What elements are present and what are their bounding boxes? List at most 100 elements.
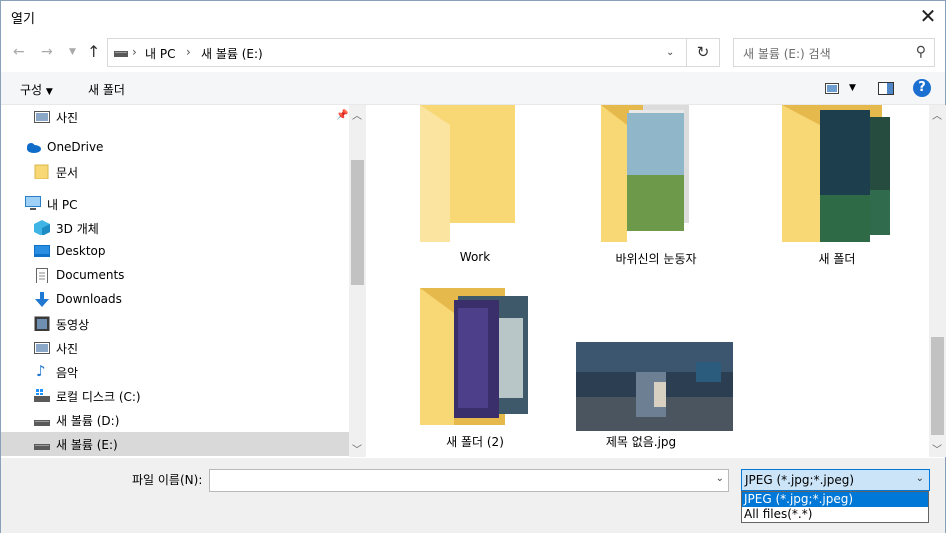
sidebar-item-label: Desktop — [56, 244, 106, 258]
file-item[interactable]: 바위신의 눈동자 — [571, 105, 741, 270]
folder-with-preview-icon — [601, 105, 689, 242]
file-type-option[interactable]: All files(*.*) — [742, 507, 928, 522]
scrollbar-thumb[interactable] — [351, 160, 364, 285]
sidebar-item-documents-onedrive[interactable]: 문서 — [1, 160, 349, 184]
sidebar-item-label: Downloads — [56, 292, 122, 306]
address-bar[interactable]: › 내 PC › 새 볼륨 (E:) ⌄ — [107, 38, 687, 67]
back-arrow-icon[interactable]: ← — [13, 44, 25, 60]
file-name: Work — [459, 250, 491, 264]
breadcrumb-separator-icon: › — [186, 45, 191, 59]
view-chevron-down-icon[interactable]: ▼ — [849, 83, 856, 93]
3d-objects-icon — [34, 220, 50, 235]
command-toolbar: 구성 ▼ 새 폴더 ▼ ? — [1, 72, 945, 105]
file-name: 바위신의 눈동자 — [615, 252, 697, 266]
navigation-scrollbar[interactable]: ︿ ﹀ — [349, 105, 366, 457]
sidebar-item-label: 새 볼륨 (E:) — [56, 438, 118, 452]
sidebar-item-videos[interactable]: 동영상 — [1, 312, 349, 336]
refresh-button[interactable]: ↻ — [687, 38, 720, 67]
file-name: 새 폴더 — [818, 252, 856, 266]
navigation-bar: ← → ▼ ↑ › 내 PC › 새 볼륨 (E:) ⌄ ↻ 새 볼륨 (E:)… — [1, 32, 945, 72]
file-item[interactable]: 새 폴더 — [752, 105, 922, 270]
sidebar-item-label: 동영상 — [56, 318, 90, 332]
sidebar-item-music[interactable]: ♪ 음악 — [1, 360, 349, 384]
sidebar-item-label: 3D 개체 — [56, 222, 99, 236]
sidebar-item-volume-d[interactable]: 새 볼륨 (D:) — [1, 408, 349, 432]
folder-icon — [34, 164, 49, 179]
pc-icon — [25, 196, 41, 210]
new-folder-button[interactable]: 새 폴더 — [88, 81, 125, 98]
sidebar-item-local-disk-c[interactable]: 로컬 디스크 (C:) — [1, 384, 349, 408]
pictures-icon — [34, 342, 50, 354]
image-thumbnail — [576, 342, 733, 431]
drive-icon — [34, 444, 50, 450]
file-item[interactable]: 제목 없음.jpg — [556, 288, 733, 453]
filename-label: 파일 이름(N): — [132, 473, 203, 487]
view-options-icon[interactable] — [825, 83, 839, 94]
preview-pane-icon[interactable] — [878, 82, 894, 95]
open-file-dialog: 열기 ✕ ← → ▼ ↑ › 내 PC › 새 볼륨 (E:) ⌄ ↻ 새 볼륨… — [0, 0, 946, 533]
window-title: 열기 — [11, 12, 35, 27]
sidebar-item-documents[interactable]: Documents — [1, 264, 349, 288]
file-item[interactable]: 새 폴더 (2) — [390, 288, 560, 453]
file-name: 제목 없음.jpg — [605, 435, 677, 449]
desktop-icon — [34, 245, 50, 257]
file-type-value: JPEG (*.jpg;*.jpeg) — [745, 473, 855, 487]
downloads-icon — [35, 292, 49, 307]
folder-icon — [420, 105, 515, 242]
refresh-icon: ↻ — [696, 43, 710, 61]
chevron-down-icon[interactable]: ⌄ — [716, 473, 724, 484]
documents-icon — [36, 268, 48, 283]
drive-icon — [114, 51, 128, 57]
drive-icon — [34, 420, 50, 426]
file-list: Work 바위신의 눈동자 새 폴더 새 폴더 (2) 제목 없음.jpg — [367, 105, 930, 457]
sidebar-item-pictures[interactable]: 사진 — [1, 336, 349, 360]
sidebar-item-label: 로컬 디스크 (C:) — [56, 390, 141, 404]
file-type-option[interactable]: JPEG (*.jpg;*.jpeg) — [742, 492, 928, 507]
folder-with-preview-icon — [420, 288, 528, 425]
recent-locations-chevron-icon[interactable]: ▼ — [69, 47, 76, 57]
organize-button[interactable]: 구성 ▼ — [20, 81, 53, 98]
sidebar-item-label: 음악 — [56, 366, 79, 380]
filename-input[interactable]: ⌄ — [209, 469, 729, 492]
breadcrumb-item[interactable]: 새 볼륨 (E:) — [201, 45, 263, 62]
file-type-select[interactable]: JPEG (*.jpg;*.jpeg) ⌄ — [741, 469, 930, 491]
pin-icon[interactable]: 📌 — [336, 110, 348, 121]
file-type-dropdown: JPEG (*.jpg;*.jpeg) All files(*.*) — [741, 491, 929, 523]
onedrive-icon — [27, 143, 41, 153]
file-list-scrollbar[interactable]: ︿ ﹀ — [929, 105, 946, 457]
scroll-down-icon[interactable]: ﹀ — [352, 441, 362, 456]
sidebar-item-3d-objects[interactable]: 3D 개체 — [1, 216, 349, 240]
search-box[interactable]: 새 볼륨 (E:) 검색 ⚲ — [733, 38, 935, 67]
scrollbar-thumb[interactable] — [931, 337, 944, 435]
sidebar-item-label: Documents — [56, 268, 125, 282]
sidebar-item-volume-e[interactable]: 새 볼륨 (E:) — [1, 432, 349, 456]
close-icon[interactable]: ✕ — [917, 5, 939, 27]
pictures-icon — [34, 111, 50, 123]
organize-label: 구성 — [20, 83, 43, 97]
scroll-up-icon[interactable]: ︿ — [352, 107, 362, 122]
videos-icon — [34, 316, 50, 331]
sidebar-item-label: 새 볼륨 (D:) — [56, 414, 120, 428]
file-name: 새 폴더 (2) — [446, 435, 504, 449]
drive-c-icon — [34, 389, 50, 402]
scroll-down-icon[interactable]: ﹀ — [932, 441, 942, 456]
scroll-up-icon[interactable]: ︿ — [932, 107, 942, 122]
breadcrumb-item[interactable]: 내 PC — [145, 45, 175, 62]
address-history-chevron-icon[interactable]: ⌄ — [666, 47, 674, 58]
folder-with-preview-icon — [782, 105, 890, 242]
search-icon[interactable]: ⚲ — [916, 44, 926, 60]
sidebar-item-pictures-quick[interactable]: 사진 📌 — [1, 105, 349, 129]
sidebar-item-onedrive[interactable]: OneDrive — [1, 136, 349, 160]
sidebar-item-label: 내 PC — [47, 198, 78, 212]
forward-arrow-icon[interactable]: → — [41, 44, 53, 60]
sidebar-item-this-pc[interactable]: 내 PC — [1, 192, 349, 216]
up-arrow-icon[interactable]: ↑ — [87, 42, 100, 61]
sidebar-item-desktop[interactable]: Desktop — [1, 240, 349, 264]
music-icon: ♪ — [36, 362, 46, 380]
sidebar-item-label: 사진 — [56, 111, 79, 125]
sidebar-item-downloads[interactable]: Downloads — [1, 288, 349, 312]
file-item[interactable]: Work — [390, 105, 560, 270]
help-icon[interactable]: ? — [913, 79, 931, 97]
sidebar-item-label: OneDrive — [47, 140, 104, 154]
chevron-down-icon: ▼ — [45, 87, 53, 97]
